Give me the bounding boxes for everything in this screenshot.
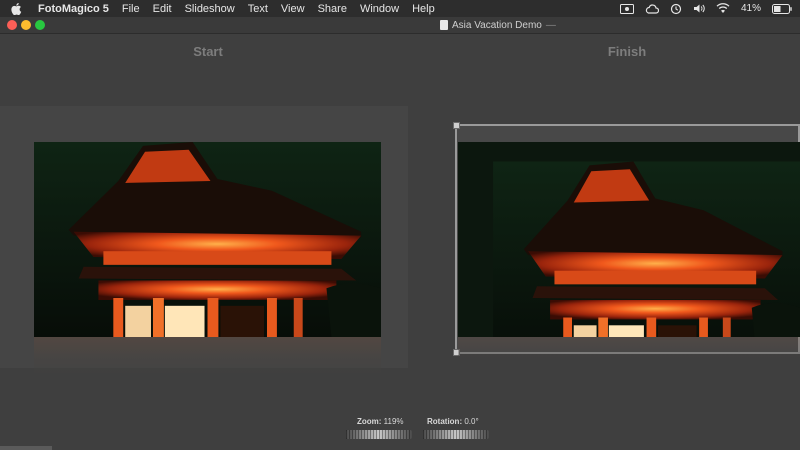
rotation-value: 0.0° (464, 417, 479, 426)
status-area: 41% (619, 0, 792, 17)
bottom-edge-strip (0, 446, 52, 450)
screen-record-icon[interactable] (619, 3, 634, 14)
window-title-suffix: — (545, 19, 556, 31)
document-icon (440, 20, 448, 30)
finish-photo-reflection (458, 337, 800, 359)
window-minimize-button[interactable] (21, 20, 31, 30)
zoom-label-text: Zoom: (357, 417, 382, 426)
app-menu[interactable]: FotoMagico 5 (38, 3, 109, 15)
rotation-label: Rotation: 0.0° (427, 417, 479, 426)
crop-handle-top-left[interactable] (453, 122, 460, 129)
zoom-value: 119% (383, 417, 404, 426)
menu-file[interactable]: File (122, 3, 140, 15)
window-titlebar: Asia Vacation Demo — (0, 17, 800, 34)
menu-view[interactable]: View (281, 3, 305, 15)
zoom-jog-wheel[interactable] (346, 430, 412, 439)
menu-bar: FotoMagico 5 File Edit Slideshow Text Vi… (0, 0, 800, 17)
finish-label: Finish (607, 44, 647, 59)
menu-help[interactable]: Help (412, 3, 435, 15)
menu-text[interactable]: Text (248, 3, 268, 15)
start-photo-reflection (34, 337, 381, 375)
battery-percent: 41% (740, 3, 761, 14)
wifi-icon[interactable] (716, 3, 730, 14)
start-photo[interactable] (34, 142, 381, 337)
creative-cloud-icon[interactable] (645, 3, 659, 14)
apple-menu-icon[interactable] (11, 2, 23, 15)
zoom-label: Zoom: 119% (357, 417, 404, 426)
window-zoom-button[interactable] (35, 20, 45, 30)
battery-icon[interactable] (772, 3, 792, 14)
window-close-button[interactable] (7, 20, 17, 30)
menu-edit[interactable]: Edit (153, 3, 172, 15)
menu-share[interactable]: Share (318, 3, 347, 15)
window-title: Asia Vacation Demo — (440, 18, 556, 32)
rotation-jog-wheel[interactable] (423, 430, 489, 439)
volume-icon[interactable] (693, 3, 705, 14)
menu-slideshow[interactable]: Slideshow (185, 3, 235, 15)
start-label: Start (193, 44, 223, 59)
window-title-text: Asia Vacation Demo (452, 19, 542, 31)
rotation-label-text: Rotation: (427, 417, 463, 426)
finish-photo[interactable] (458, 142, 800, 337)
menu-window[interactable]: Window (360, 3, 399, 15)
time-machine-icon[interactable] (670, 3, 682, 15)
